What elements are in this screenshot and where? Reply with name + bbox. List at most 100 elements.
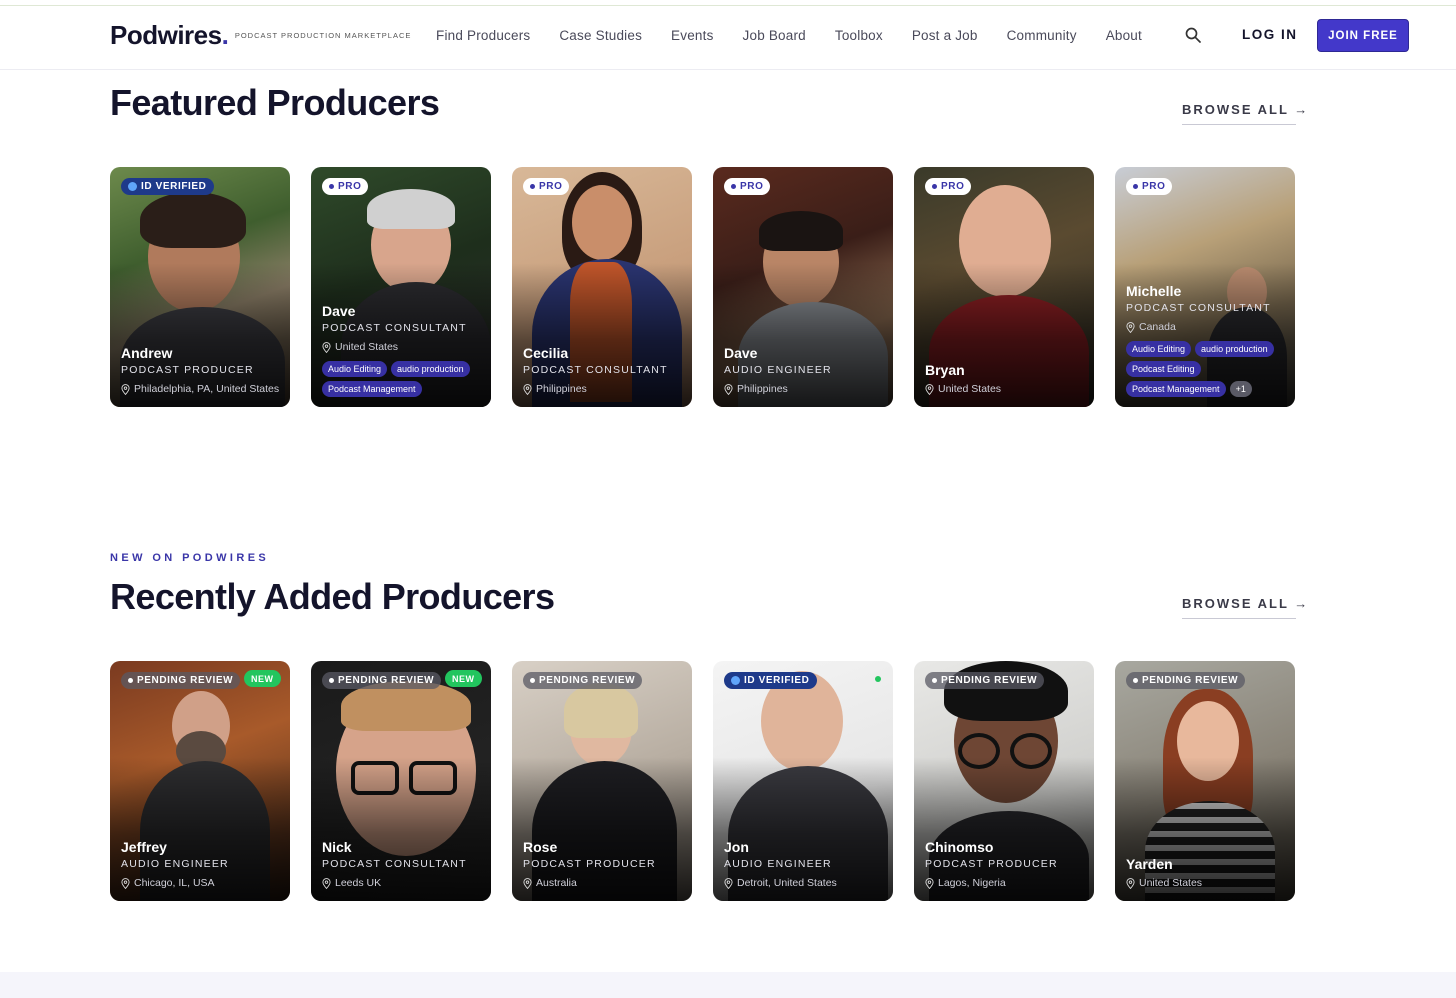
producer-card[interactable]: PENDING REVIEW NEW Jeffrey AUDIO ENGINEE… — [110, 661, 290, 901]
producer-card[interactable]: ID VERIFIED Jon AUDIO ENGINEER Detroit, … — [713, 661, 893, 901]
producer-card[interactable]: PENDING REVIEW Chinomso PODCAST PRODUCER… — [914, 661, 1094, 901]
producer-card[interactable]: PRO Bryan United States — [914, 167, 1094, 407]
pro-badge: PRO — [322, 178, 369, 195]
join-free-button[interactable]: JOIN FREE — [1317, 19, 1409, 52]
nav-community[interactable]: Community — [1007, 28, 1077, 43]
pro-badge: PRO — [523, 178, 570, 195]
verified-badge: ID VERIFIED — [121, 178, 214, 195]
location-pin-icon — [1126, 322, 1135, 333]
pro-badge: PRO — [724, 178, 771, 195]
more-tags-count[interactable]: +1 — [1229, 381, 1252, 397]
producer-name: Rose — [523, 839, 558, 855]
pending-review-badge: PENDING REVIEW — [1126, 672, 1246, 689]
producer-location: Lagos, Nigeria — [938, 877, 1006, 889]
producer-location: United States — [335, 341, 399, 353]
producer-role: PODCAST CONSULTANT — [1126, 302, 1271, 314]
producer-name: Andrew — [121, 345, 173, 361]
brand-logo[interactable]: Podwires. PODCAST PRODUCTION MARKETPLACE — [110, 20, 411, 51]
producer-role: PODCAST PRODUCER — [523, 858, 656, 870]
location-pin-icon — [121, 384, 130, 395]
footer-band — [0, 972, 1456, 998]
pending-review-badge: PENDING REVIEW — [523, 672, 643, 689]
producer-role: PODCAST CONSULTANT — [322, 858, 467, 870]
producer-location: Detroit, United States — [737, 877, 837, 889]
producer-name: Dave — [724, 345, 758, 361]
section-eyebrow: NEW ON PODWIRES — [110, 552, 270, 564]
location-pin-icon — [523, 878, 532, 889]
skill-tags: Audio Editing audio production Podcast M… — [322, 361, 483, 397]
featured-cards: ID VERIFIED Andrew PODCAST PRODUCER Phil… — [110, 167, 1295, 407]
skill-tags: Audio Editing audio production Podcast E… — [1126, 341, 1287, 397]
featured-browse-all[interactable]: BROWSE ALL → — [1182, 102, 1307, 125]
nav-toolbox[interactable]: Toolbox — [835, 28, 883, 43]
producer-role: PODCAST CONSULTANT — [322, 322, 467, 334]
producer-card[interactable]: PRO Michelle PODCAST CONSULTANT Canada A… — [1115, 167, 1295, 407]
producer-name: Nick — [322, 839, 352, 855]
new-badge: NEW — [244, 670, 281, 687]
skill-tag[interactable]: Audio Editing — [322, 361, 388, 377]
pending-review-badge: PENDING REVIEW — [925, 672, 1045, 689]
producer-name: Jeffrey — [121, 839, 167, 855]
producer-location: United States — [1139, 877, 1203, 889]
nav-case-studies[interactable]: Case Studies — [559, 28, 642, 43]
pending-review-badge: PENDING REVIEW — [322, 672, 442, 689]
location-pin-icon — [724, 878, 733, 889]
skill-tag[interactable]: audio production — [391, 361, 470, 377]
producer-name: Michelle — [1126, 283, 1182, 299]
recent-title: Recently Added Producers — [110, 576, 555, 617]
location-pin-icon — [724, 384, 733, 395]
producer-name: Cecilia — [523, 345, 569, 361]
skill-tag[interactable]: audio production — [1195, 341, 1274, 357]
producer-location: Chicago, IL, USA — [134, 877, 215, 889]
producer-card[interactable]: PRO Dave AUDIO ENGINEER Philippines — [713, 167, 893, 407]
check-icon — [128, 182, 137, 191]
producer-role: AUDIO ENGINEER — [121, 858, 229, 870]
producer-location: Philippines — [737, 383, 788, 395]
nav-about[interactable]: About — [1106, 28, 1142, 43]
skill-tag[interactable]: Podcast Management — [1126, 381, 1226, 397]
pro-badge: PRO — [1126, 178, 1173, 195]
online-status-icon — [875, 676, 881, 682]
recent-browse-all[interactable]: BROWSE ALL → — [1182, 596, 1307, 619]
recent-cards: PENDING REVIEW NEW Jeffrey AUDIO ENGINEE… — [110, 661, 1295, 901]
nav-job-board[interactable]: Job Board — [743, 28, 806, 43]
location-pin-icon — [322, 342, 331, 353]
producer-card[interactable]: PENDING REVIEW Rose PODCAST PRODUCER Aus… — [512, 661, 692, 901]
location-pin-icon — [1126, 878, 1135, 889]
skill-tag[interactable]: Podcast Management — [322, 381, 422, 397]
producer-card[interactable]: PENDING REVIEW NEW Nick PODCAST CONSULTA… — [311, 661, 491, 901]
brand-dot: . — [221, 20, 229, 50]
producer-card[interactable]: PENDING REVIEW Yarden United States — [1115, 661, 1295, 901]
verified-badge: ID VERIFIED — [724, 672, 817, 689]
login-link[interactable]: LOG IN — [1242, 27, 1298, 42]
nav-events[interactable]: Events — [671, 28, 713, 43]
producer-role: AUDIO ENGINEER — [724, 364, 832, 376]
producer-location: Philadelphia, PA, United States — [134, 383, 280, 395]
producer-card[interactable]: PRO Cecilia PODCAST CONSULTANT Philippin… — [512, 167, 692, 407]
producer-location: Australia — [536, 877, 577, 889]
producer-location: Philippines — [536, 383, 587, 395]
producer-name: Dave — [322, 303, 356, 319]
producer-card[interactable]: PRO Dave PODCAST CONSULTANT United State… — [311, 167, 491, 407]
search-icon[interactable] — [1185, 27, 1201, 43]
skill-tag[interactable]: Audio Editing — [1126, 341, 1192, 357]
location-pin-icon — [925, 384, 934, 395]
skill-tag[interactable]: Podcast Editing — [1126, 361, 1201, 377]
location-pin-icon — [523, 384, 532, 395]
producer-role: AUDIO ENGINEER — [724, 858, 832, 870]
pro-badge: PRO — [925, 178, 972, 195]
brand-name: Podwires — [110, 20, 222, 50]
new-badge: NEW — [445, 670, 482, 687]
producer-role: PODCAST CONSULTANT — [523, 364, 668, 376]
nav-post-a-job[interactable]: Post a Job — [912, 28, 978, 43]
nav-find-producers[interactable]: Find Producers — [436, 28, 530, 43]
producer-card[interactable]: ID VERIFIED Andrew PODCAST PRODUCER Phil… — [110, 167, 290, 407]
producer-name: Chinomso — [925, 839, 994, 855]
pending-review-badge: PENDING REVIEW — [121, 672, 241, 689]
producer-location: United States — [938, 383, 1002, 395]
producer-name: Jon — [724, 839, 749, 855]
site-header: Podwires. PODCAST PRODUCTION MARKETPLACE… — [0, 6, 1456, 70]
producer-location: Leeds UK — [335, 877, 382, 889]
producer-name: Yarden — [1126, 856, 1173, 872]
producer-role: PODCAST PRODUCER — [121, 364, 254, 376]
